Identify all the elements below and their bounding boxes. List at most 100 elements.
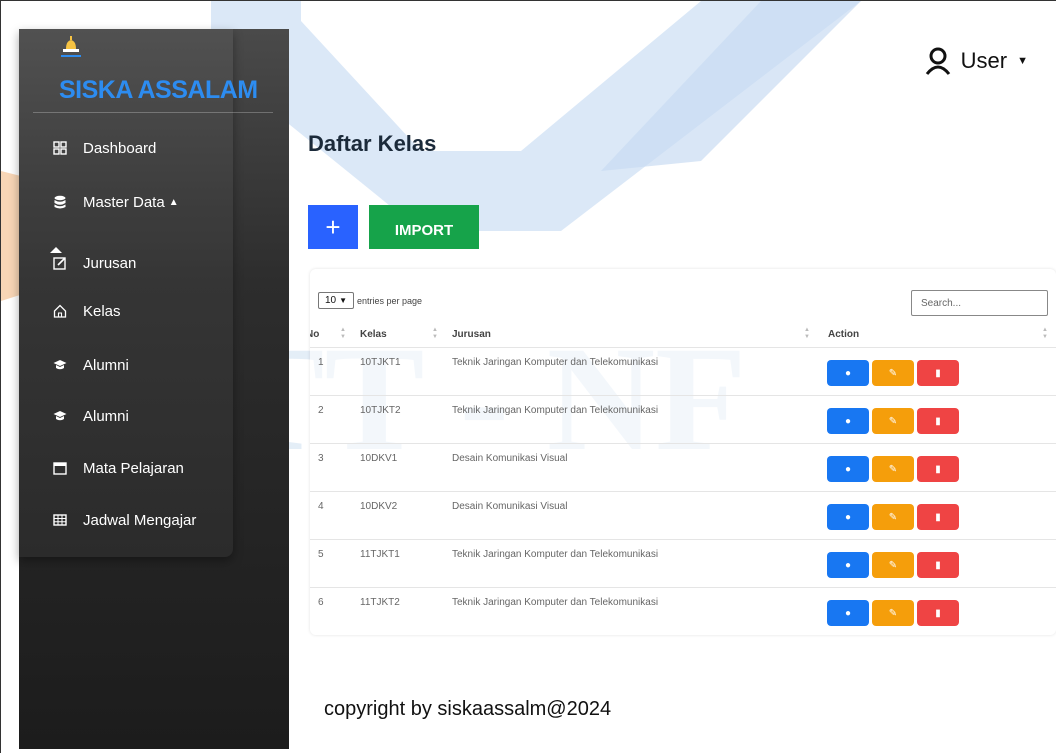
page-size-select[interactable]: 10 ▼ (318, 292, 354, 309)
sidebar-item-label: Kelas (83, 302, 121, 320)
cell-jurusan: Teknik Jaringan Komputer dan Telekomunik… (452, 357, 659, 368)
trash-icon: ▮ (935, 511, 941, 523)
row-actions: ● ✎ ▮ (827, 504, 962, 530)
pencil-icon: ✎ (888, 367, 898, 379)
entries-per-page: 10 ▼ entries per page (318, 292, 422, 309)
eye-icon: ● (844, 463, 852, 475)
brand-name: SISKA ASSALAM (59, 76, 258, 104)
delete-button[interactable]: ▮ (917, 360, 959, 386)
eye-icon: ● (844, 511, 852, 523)
row-actions: ● ✎ ▮ (827, 360, 962, 386)
sidebar-item-label: Jurusan (83, 254, 137, 272)
pencil-icon: ✎ (888, 607, 898, 619)
brand[interactable]: SISKA ASSALAM (19, 29, 289, 113)
sort-icon[interactable]: ▲ ▼ (432, 327, 438, 341)
column-header-action[interactable]: Action (828, 329, 859, 340)
database-icon (53, 195, 67, 209)
cell-jurusan: Desain Komunikasi Visual (452, 501, 568, 512)
trash-icon: ▮ (935, 607, 941, 619)
page-size-value: 10 (324, 295, 337, 306)
app-frame: STT - NF SISKA ASSALAM Dashboard Mast (0, 0, 1056, 753)
column-header-jurusan[interactable]: Jurusan (452, 329, 491, 340)
sidebar-item-master-data[interactable]: Master Data ▲ (53, 188, 179, 216)
cell-jurusan: Teknik Jaringan Komputer dan Telekomunik… (452, 597, 659, 608)
calendar-icon (53, 461, 67, 475)
view-button[interactable]: ● (827, 552, 869, 578)
edit-button[interactable]: ✎ (872, 408, 914, 434)
delete-button[interactable]: ▮ (917, 600, 959, 626)
edit-square-icon (53, 256, 67, 270)
trash-icon: ▮ (935, 463, 941, 475)
cell-jurusan: Teknik Jaringan Komputer dan Telekomunik… (452, 405, 659, 416)
search-input[interactable]: Search... (911, 290, 1048, 316)
sidebar-item-jurusan[interactable]: Jurusan (53, 249, 136, 277)
cell-kelas: 10TJKT1 (360, 357, 401, 368)
view-button[interactable]: ● (827, 456, 869, 482)
delete-button[interactable]: ▮ (917, 552, 959, 578)
sidebar-item-alumni-2[interactable]: Alumni (53, 402, 129, 430)
sort-icon[interactable]: ▲ ▼ (804, 327, 810, 341)
sort-icon[interactable]: ▲ ▼ (1042, 327, 1048, 341)
edit-button[interactable]: ✎ (872, 600, 914, 626)
user-icon (925, 47, 950, 75)
add-kelas-button[interactable]: + (308, 205, 358, 249)
eye-icon: ● (844, 559, 852, 571)
sidebar-item-jadwal-mengajar[interactable]: Jadwal Mengajar (53, 506, 196, 534)
column-header-no[interactable]: No (310, 329, 319, 340)
brand-logo-icon (61, 36, 81, 57)
cell-kelas: 10DKV2 (360, 501, 398, 512)
caret-down-icon: ▼ (1017, 55, 1028, 67)
sidebar-item-kelas[interactable]: Kelas (53, 297, 121, 325)
page-title: Daftar Kelas (308, 131, 437, 156)
cell-jurusan: Teknik Jaringan Komputer dan Telekomunik… (452, 549, 659, 560)
user-label: User (960, 48, 1008, 73)
sidebar-item-label: Jadwal Mengajar (83, 511, 197, 529)
user-menu[interactable]: User ▼ (925, 47, 1028, 75)
edit-button[interactable]: ✎ (872, 456, 914, 482)
cell-kelas: 11TJKT2 (360, 597, 400, 608)
sidebar-item-label: Alumni (83, 356, 129, 374)
footer-copyright: copyright by siskaassalm@2024 (324, 698, 612, 720)
table-row: 6 11TJKT2 Teknik Jaringan Komputer dan T… (310, 587, 1056, 635)
sidebar-item-label: Master Data (83, 193, 165, 211)
cell-no: 5 (318, 549, 324, 560)
delete-button[interactable]: ▮ (917, 504, 959, 530)
cell-no: 1 (318, 357, 324, 368)
dashboard-grid-icon (53, 141, 67, 155)
sidebar-item-label: Mata Pelajaran (83, 459, 184, 477)
data-table-card: 10 ▼ entries per page Search... No ▲▼ Ke… (310, 269, 1056, 635)
sidebar-item-dashboard[interactable]: Dashboard (53, 134, 156, 162)
cell-no: 3 (318, 453, 324, 464)
table-row: 2 10TJKT2 Teknik Jaringan Komputer dan T… (310, 395, 1056, 443)
view-button[interactable]: ● (827, 600, 869, 626)
trash-icon: ▮ (935, 559, 941, 571)
sidebar-item-alumni[interactable]: Alumni (53, 351, 129, 379)
row-actions: ● ✎ ▮ (827, 600, 962, 626)
cell-no: 2 (318, 405, 324, 416)
edit-button[interactable]: ✎ (872, 552, 914, 578)
eye-icon: ● (844, 367, 852, 379)
row-actions: ● ✎ ▮ (827, 408, 962, 434)
trash-icon: ▮ (935, 367, 941, 379)
brand-divider (33, 112, 273, 113)
sort-icon[interactable]: ▲ ▼ (340, 327, 346, 341)
edit-button[interactable]: ✎ (872, 504, 914, 530)
delete-button[interactable]: ▮ (917, 408, 959, 434)
import-button[interactable]: IMPORT (369, 205, 479, 249)
sidebar-item-mata-pelajaran[interactable]: Mata Pelajaran (53, 454, 184, 482)
pencil-icon: ✎ (888, 415, 898, 427)
view-button[interactable]: ● (827, 360, 869, 386)
delete-button[interactable]: ▮ (917, 456, 959, 482)
table-row: 4 10DKV2 Desain Komunikasi Visual ● ✎ ▮ (310, 491, 1056, 539)
cell-kelas: 10DKV1 (360, 453, 398, 464)
graduation-cap-icon (53, 358, 67, 372)
pencil-icon: ✎ (888, 463, 898, 475)
home-icon (53, 304, 67, 318)
view-button[interactable]: ● (827, 408, 869, 434)
sidebar: SISKA ASSALAM Dashboard Master Data ▲ Ju… (19, 29, 289, 749)
edit-button[interactable]: ✎ (872, 360, 914, 386)
column-header-kelas[interactable]: Kelas (360, 329, 387, 340)
table-row: 3 10DKV1 Desain Komunikasi Visual ● ✎ ▮ (310, 443, 1056, 491)
view-button[interactable]: ● (827, 504, 869, 530)
cell-kelas: 11TJKT1 (360, 549, 400, 560)
